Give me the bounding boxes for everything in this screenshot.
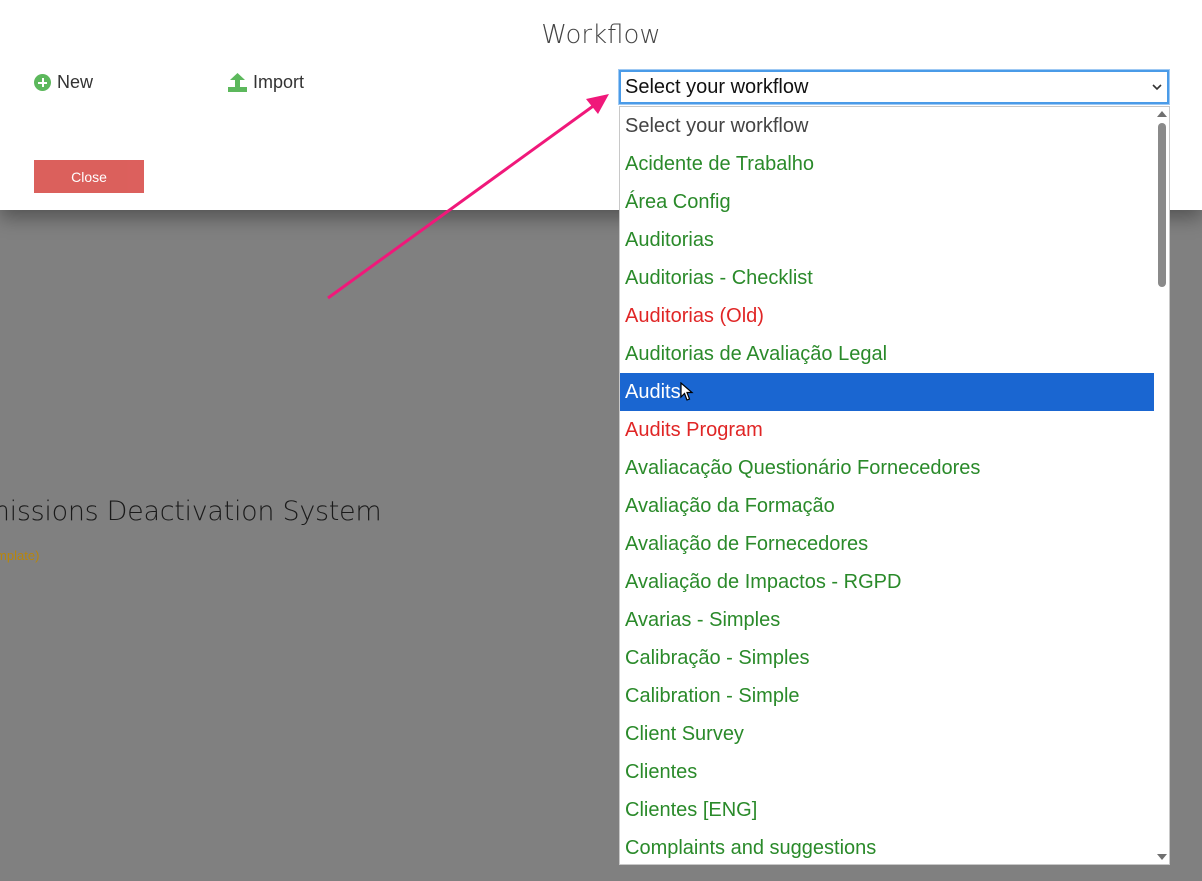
- background-page-subtitle: (Template): [0, 548, 40, 563]
- workflow-select-value: Select your workflow: [625, 75, 809, 98]
- workflow-option[interactable]: Avarias - Simples: [620, 601, 1155, 639]
- workflow-option[interactable]: Auditorias - Checklist: [620, 259, 1155, 297]
- dropdown-scrollbar[interactable]: [1154, 107, 1169, 864]
- workflow-option[interactable]: Audits Program: [620, 411, 1155, 449]
- plus-circle-icon: [34, 74, 51, 91]
- background-page-title: Permissions Deactivation System: [0, 496, 382, 527]
- close-button[interactable]: Close: [34, 160, 144, 193]
- chevron-down-icon: [1152, 84, 1162, 91]
- mouse-pointer-icon: [680, 382, 694, 401]
- import-label: Import: [253, 72, 305, 92]
- workflow-select[interactable]: Select your workflow: [619, 70, 1169, 104]
- workflow-option[interactable]: Client Survey: [620, 715, 1155, 753]
- workflow-option[interactable]: Auditorias (Old): [620, 297, 1155, 335]
- workflow-option[interactable]: Auditorias de Avaliação Legal: [620, 335, 1155, 373]
- workflow-option[interactable]: Select your workflow: [620, 107, 1155, 145]
- upload-icon: [228, 73, 247, 92]
- workflow-option[interactable]: Clientes [ENG]: [620, 791, 1155, 829]
- scroll-up-icon[interactable]: [1157, 111, 1167, 117]
- modal-title: Workflow: [541, 20, 661, 50]
- workflow-option[interactable]: Área Config: [620, 183, 1155, 221]
- workflow-option[interactable]: Calibration - Simple: [620, 677, 1155, 715]
- workflow-option[interactable]: Complaints and suggestions: [620, 829, 1155, 864]
- workflow-option[interactable]: Avaliacação Questionário Fornecedores: [620, 449, 1155, 487]
- workflow-option[interactable]: Avaliação da Formação: [620, 487, 1155, 525]
- new-workflow-button[interactable]: New: [34, 72, 93, 93]
- workflow-option[interactable]: Avaliação de Impactos - RGPD: [620, 563, 1155, 601]
- workflow-option[interactable]: Clientes: [620, 753, 1155, 791]
- scroll-down-icon[interactable]: [1157, 854, 1167, 860]
- workflow-option[interactable]: Audits: [620, 373, 1155, 411]
- new-label: New: [57, 72, 94, 92]
- scrollbar-thumb[interactable]: [1158, 123, 1166, 287]
- workflow-dropdown-list[interactable]: Select your workflow Acidente de Trabalho…: [619, 106, 1170, 865]
- import-workflow-button[interactable]: Import: [228, 72, 304, 93]
- workflow-option[interactable]: Calibração - Simples: [620, 639, 1155, 677]
- workflow-option[interactable]: Acidente de Trabalho: [620, 145, 1155, 183]
- workflow-option[interactable]: Auditorias: [620, 221, 1155, 259]
- workflow-option[interactable]: Avaliação de Fornecedores: [620, 525, 1155, 563]
